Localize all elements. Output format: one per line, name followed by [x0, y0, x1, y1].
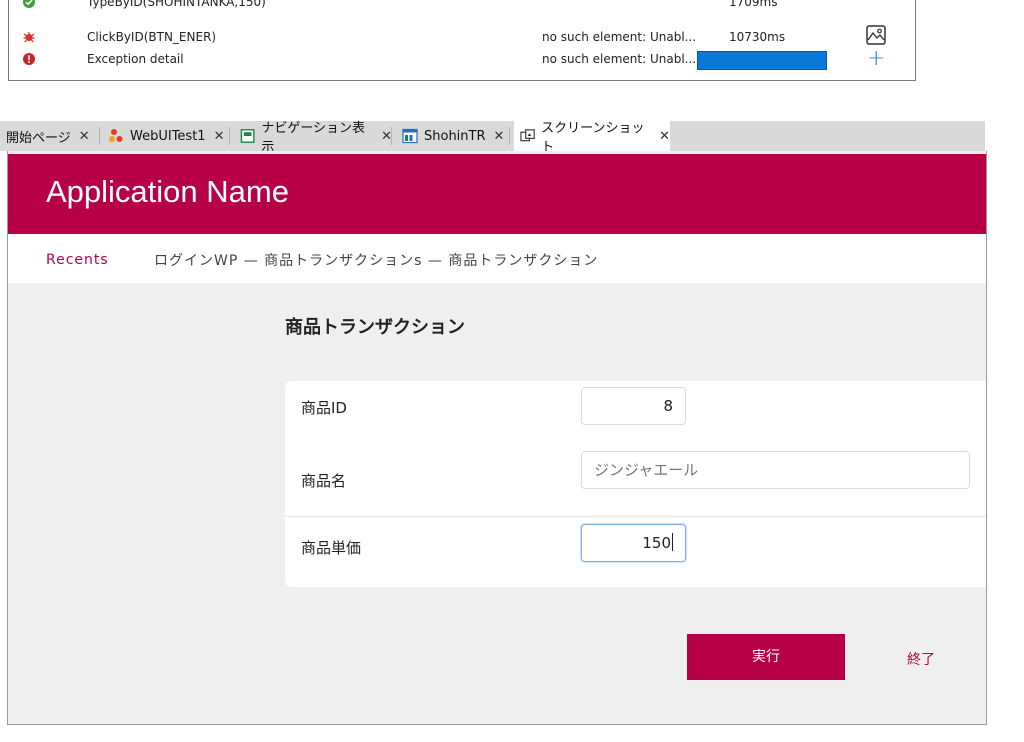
log-row[interactable]: Exception detail no such element: Unabl.…	[9, 48, 915, 70]
tab-shohintr[interactable]: ShohinTR ✕	[402, 121, 510, 151]
product-name-input[interactable]: ジンジャエール	[581, 451, 970, 489]
log-step-message: no such element: Unabl...	[542, 52, 697, 66]
tab-label: 開始ページ	[6, 130, 71, 146]
product-name-label: 商品名	[301, 472, 347, 490]
app-title: Application Name	[46, 174, 289, 209]
document-tab-bar: 開始ページ ✕ WebUITest1 ✕ ナビゲーション表示 ✕ ShohinT…	[0, 121, 985, 155]
recents-link[interactable]: Recents	[46, 252, 109, 268]
tab-label: スクリーンショット	[541, 121, 645, 155]
log-step-name: Exception detail	[87, 52, 184, 66]
tab-navigation-view[interactable]: ナビゲーション表示 ✕	[240, 121, 392, 155]
page-title: 商品トランザクション	[285, 317, 465, 338]
close-icon[interactable]: ✕	[494, 129, 505, 144]
close-icon[interactable]: ✕	[79, 129, 90, 144]
form-row-product-id: 商品ID 8	[285, 381, 986, 444]
log-step-message: no such element: Unabl...	[542, 30, 697, 44]
execute-button[interactable]: 実行	[687, 634, 845, 680]
close-icon[interactable]: ✕	[659, 129, 670, 144]
molecule-icon	[109, 129, 123, 142]
screenshot-viewer: Application Name Recents ログインWP — 商品トランザ…	[7, 151, 987, 725]
tab-start-page[interactable]: 開始ページ ✕	[6, 121, 100, 151]
panel-icon	[240, 129, 255, 143]
tab-webuitest1[interactable]: WebUITest1 ✕	[108, 121, 230, 151]
unit-price-label: 商品単価	[301, 539, 362, 557]
log-row[interactable]: ClickByID(BTN_ENER) no such element: Una…	[9, 26, 915, 48]
breadcrumb-path[interactable]: ログインWP — 商品トランザクションs — 商品トランザクション	[154, 250, 598, 270]
error-exclamation-icon	[23, 53, 35, 65]
screenshot-image-icon[interactable]	[865, 24, 887, 46]
form-row-product-name: 商品名 ジンジャエール	[285, 444, 986, 517]
product-form: 商品ID 8 商品名 ジンジャエール 商品単価 150	[285, 381, 986, 587]
product-id-label: 商品ID	[301, 399, 347, 417]
progress-bar	[697, 51, 827, 70]
log-row[interactable]: TypeByID(SHOHINTANKA,150) 1709ms	[9, 0, 915, 13]
bug-icon	[23, 32, 35, 43]
log-step-time: 10730ms	[729, 30, 786, 44]
tab-label: ShohinTR	[424, 128, 486, 144]
log-step-name: ClickByID(BTN_ENER)	[87, 30, 217, 44]
table-window-icon	[402, 128, 418, 144]
screenshot-icon	[520, 129, 535, 142]
form-row-unit-price: 商品単価 150	[285, 517, 986, 587]
product-id-input[interactable]: 8	[581, 387, 686, 425]
tab-screenshot[interactable]: スクリーンショット ✕	[514, 121, 670, 155]
tab-label: ナビゲーション表示	[261, 121, 366, 155]
app-header: Application Name	[8, 154, 986, 234]
unit-price-input[interactable]: 150	[581, 524, 686, 562]
close-icon[interactable]: ✕	[214, 129, 225, 144]
breadcrumb: Recents ログインWP — 商品トランザクションs — 商品トランザクショ…	[8, 234, 986, 283]
plus-icon[interactable]: +	[867, 48, 885, 70]
test-log-panel: TypeByID(SHOHINTANKA,150) 1709ms ClickBy…	[8, 0, 916, 81]
tab-label: WebUITest1	[130, 128, 206, 144]
log-step-name: TypeByID(SHOHINTANKA,150)	[87, 0, 266, 9]
success-check-icon	[23, 0, 35, 8]
log-step-time: 1709ms	[729, 0, 778, 9]
end-link[interactable]: 終了	[907, 649, 935, 669]
